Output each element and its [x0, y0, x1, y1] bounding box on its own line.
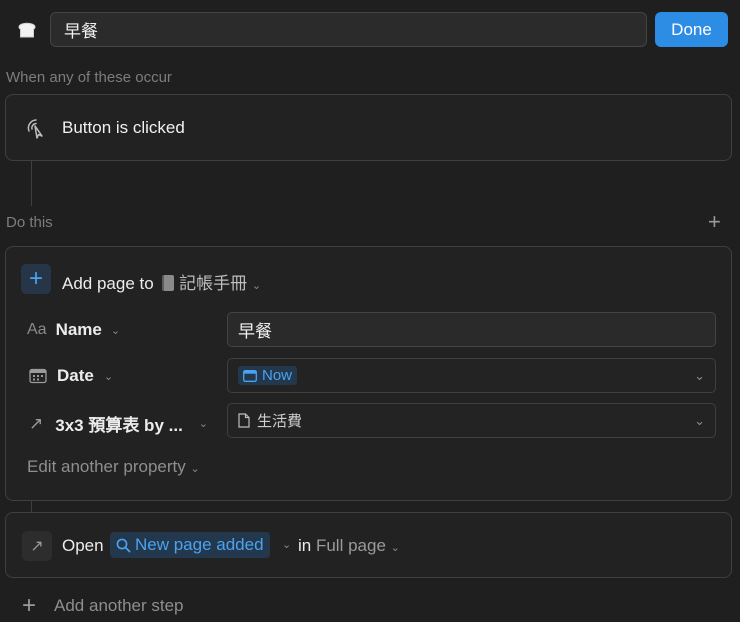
search-icon: [116, 538, 131, 552]
open-in-label: in: [298, 536, 312, 555]
plus-icon: +: [21, 264, 51, 294]
page-icon: [238, 413, 250, 428]
trigger-text: Button is clicked: [62, 118, 185, 137]
property-date-label: Date: [57, 366, 94, 385]
chevron-down-icon: ⌄: [110, 324, 121, 337]
relation-value: 生活費: [257, 413, 303, 430]
arrow-up-right-icon: ↗: [29, 413, 44, 433]
property-name-label-row[interactable]: Aa Name ⌄: [27, 320, 120, 340]
property-relation-label: 3x3 預算表 by ...: [55, 416, 183, 435]
add-page-header[interactable]: Add page to 記帳手冊 ⌄: [62, 269, 261, 294]
chevron-down-icon: ⌄: [251, 280, 262, 292]
cursor-click-icon: [25, 117, 47, 139]
relation-value-select[interactable]: 生活費 ⌄: [227, 403, 716, 438]
open-label: Open: [62, 536, 104, 555]
bread-icon: [18, 22, 36, 38]
chevron-down-icon: ⌄: [694, 367, 705, 383]
date-value: Now: [262, 367, 293, 384]
edit-another-property-button[interactable]: Edit another property ⌄: [27, 457, 200, 477]
chevron-down-icon: ⌄: [694, 412, 705, 428]
date-value-select[interactable]: Now ⌄: [227, 358, 716, 393]
button-name-input[interactable]: 早餐: [50, 12, 647, 47]
plus-icon: +: [22, 592, 37, 619]
add-action-plus-icon[interactable]: +: [708, 211, 721, 233]
notebook-icon: [162, 275, 175, 291]
flow-connector: [31, 501, 32, 512]
done-button[interactable]: Done: [655, 12, 728, 47]
actions-section-label: Do this: [6, 214, 53, 231]
name-value: 早餐: [238, 322, 272, 341]
open-mode-row[interactable]: in Full page ⌄: [298, 536, 400, 556]
property-name-label: Name: [55, 320, 102, 339]
chevron-down-icon: ⌄: [198, 418, 209, 430]
trigger-section-label: When any of these occur: [6, 69, 172, 86]
text-aa-icon: Aa: [27, 321, 47, 338]
date-now-chip: Now: [238, 366, 298, 385]
property-relation-label-row[interactable]: ↗ 3x3 預算表 by ... ⌄: [29, 411, 208, 436]
open-target-select[interactable]: New page added: [110, 532, 270, 558]
calendar-icon: [243, 369, 257, 382]
chevron-down-icon: ⌄: [103, 370, 114, 383]
calendar-icon: [29, 368, 47, 384]
button-name-value: 早餐: [64, 22, 98, 41]
arrow-up-right-icon: ↗: [22, 531, 52, 561]
database-name: 記帳手冊: [179, 274, 248, 293]
property-date-label-row[interactable]: Date ⌄: [29, 366, 113, 386]
edit-another-property-label: Edit another property: [27, 457, 186, 476]
chevron-down-icon[interactable]: ⌄: [282, 538, 291, 551]
open-mode-value: Full page: [315, 536, 386, 555]
open-target-value: New page added: [135, 535, 264, 554]
page-icon-button[interactable]: [10, 12, 44, 46]
chevron-down-icon: ⌄: [190, 463, 200, 475]
chevron-down-icon: ⌄: [390, 542, 400, 554]
add-another-step-button[interactable]: + Add another step: [22, 594, 184, 618]
add-another-step-label: Add another step: [54, 596, 184, 615]
flow-connector: [31, 161, 32, 206]
name-value-input[interactable]: 早餐: [227, 312, 716, 347]
add-page-label: Add page to: [62, 274, 154, 293]
